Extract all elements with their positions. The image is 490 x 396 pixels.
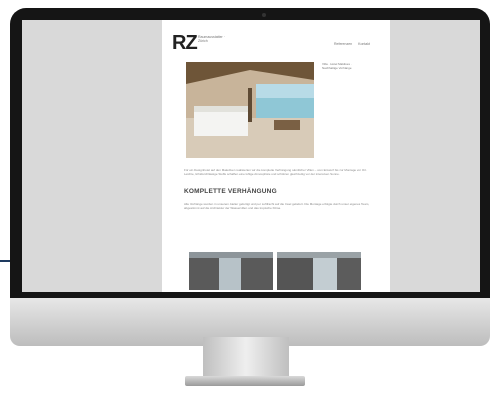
site-nav: Referenzen Kontakt	[334, 42, 370, 46]
hero-image	[186, 62, 314, 158]
imac-monitor: RZ Raumausstatter · Zürich Referenzen Ko…	[10, 8, 490, 346]
monitor-screen: RZ Raumausstatter · Zürich Referenzen Ko…	[22, 20, 480, 292]
monitor-stand-base	[185, 376, 305, 386]
curtain-photo-1	[189, 252, 273, 290]
section-heading: KOMPLETTE VERHÄNGUNG	[184, 188, 277, 195]
hero-caption: Villa · Hotel Maldives · Nachhaltige Vor…	[322, 62, 352, 70]
nav-item-references[interactable]: Referenzen	[334, 42, 352, 46]
body-paragraph: Alle Vorhänge wurden in unserem Atelier …	[184, 202, 370, 211]
website-page: RZ Raumausstatter · Zürich Referenzen Ko…	[162, 20, 390, 292]
site-logo[interactable]: RZ	[172, 32, 198, 55]
intro-paragraph: Für ein Designhotel auf den Malediven re…	[184, 168, 367, 177]
monitor-bezel: RZ Raumausstatter · Zürich Referenzen Ko…	[10, 8, 490, 298]
site-logo-subtitle: Raumausstatter · Zürich	[198, 35, 225, 43]
camera-icon	[262, 13, 266, 17]
nav-item-contact[interactable]: Kontakt	[358, 42, 370, 46]
monitor-stand	[203, 337, 289, 377]
curtain-photo-2	[277, 252, 361, 290]
